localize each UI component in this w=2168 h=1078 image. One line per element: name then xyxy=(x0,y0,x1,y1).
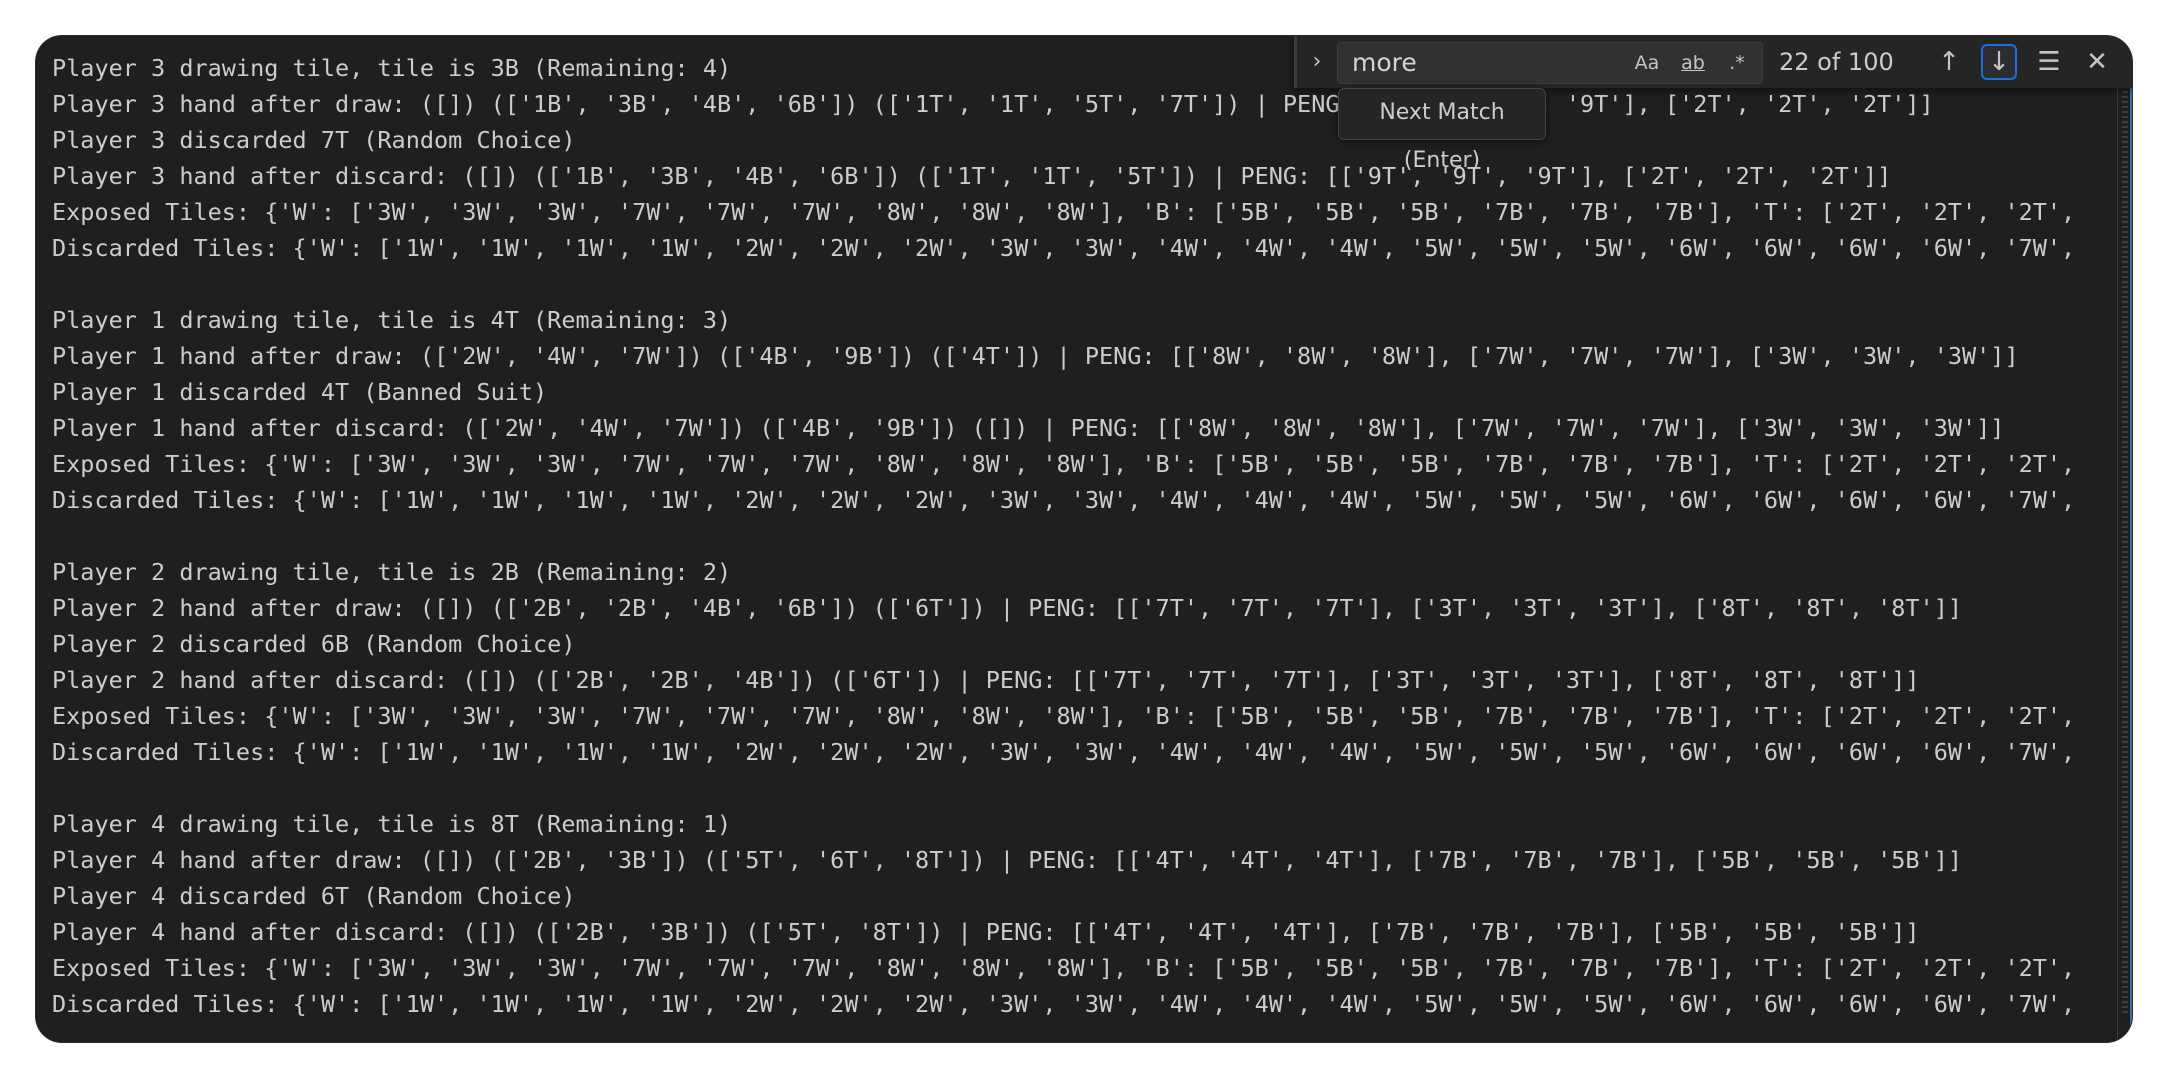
terminal-line: Player 3 discarded 7T (Random Choice) xyxy=(52,126,576,154)
find-widget: › more Aa ab .* 22 of 100 ↑ ↓ ☰ ✕ xyxy=(1294,36,2132,88)
find-in-selection-icon[interactable]: ☰ xyxy=(2031,44,2067,80)
terminal-line: Exposed Tiles: {'W': ['3W', '3W', '3W', … xyxy=(52,702,2076,730)
whole-word-toggle[interactable]: ab xyxy=(1676,49,1710,77)
terminal-line: Player 4 drawing tile, tile is 8T (Remai… xyxy=(52,810,732,838)
terminal-line: Player 3 hand after discard: ([]) (['1B'… xyxy=(52,162,1892,190)
match-case-toggle[interactable]: Aa xyxy=(1630,49,1664,77)
terminal-line: Player 4 hand after draw: ([]) (['2B', '… xyxy=(52,846,1963,874)
terminal-line: Player 2 discarded 6B (Random Choice) xyxy=(52,630,576,658)
terminal-line: Discarded Tiles: {'W': ['1W', '1W', '1W'… xyxy=(52,234,2076,262)
arrow-up-icon[interactable]: ↑ xyxy=(1931,44,1967,80)
focus-edge xyxy=(2130,36,2132,1042)
terminal-line: Player 4 hand after discard: ([]) (['2B'… xyxy=(52,918,1920,946)
terminal-line: Discarded Tiles: {'W': ['1W', '1W', '1W'… xyxy=(52,990,2076,1018)
terminal-line: Player 2 hand after discard: ([]) (['2B'… xyxy=(52,666,1920,694)
terminal-window: Player 3 drawing tile, tile is 3B (Remai… xyxy=(36,36,2132,1042)
terminal-line: Player 1 hand after draw: (['2W', '4W', … xyxy=(52,342,2019,370)
scrollbar-match-markers xyxy=(2122,56,2128,1016)
next-match-tooltip: Next Match (Enter) xyxy=(1338,88,1546,173)
terminal-line: Exposed Tiles: {'W': ['3W', '3W', '3W', … xyxy=(52,954,2076,982)
chevron-right-icon[interactable]: › xyxy=(1305,48,1329,76)
terminal-line: Player 1 discarded 4T (Banned Suit) xyxy=(52,378,548,406)
terminal-line: Exposed Tiles: {'W': ['3W', '3W', '3W', … xyxy=(52,198,2076,226)
match-count: 22 of 100 xyxy=(1779,48,1894,76)
find-input[interactable]: more Aa ab .* xyxy=(1337,42,1763,84)
terminal-line: Player 1 drawing tile, tile is 4T (Remai… xyxy=(52,306,732,334)
find-query: more xyxy=(1352,48,1417,77)
terminal-line: Discarded Tiles: {'W': ['1W', '1W', '1W'… xyxy=(52,486,2076,514)
terminal-line: Player 2 drawing tile, tile is 2B (Remai… xyxy=(52,558,732,586)
arrow-down-icon[interactable]: ↓ xyxy=(1981,44,2017,80)
terminal-line: Player 4 discarded 6T (Random Choice) xyxy=(52,882,576,910)
terminal-line: Discarded Tiles: {'W': ['1W', '1W', '1W'… xyxy=(52,738,2076,766)
terminal-line: Player 2 hand after draw: ([]) (['2B', '… xyxy=(52,594,1963,622)
terminal-line: Player 3 hand after draw: ([]) (['1B', '… xyxy=(52,90,1934,118)
regex-toggle[interactable]: .* xyxy=(1720,49,1754,77)
terminal-line: Player 1 hand after discard: (['2W', '4W… xyxy=(52,414,2005,442)
terminal-line: Exposed Tiles: {'W': ['3W', '3W', '3W', … xyxy=(52,450,2076,478)
close-icon[interactable]: ✕ xyxy=(2079,44,2115,80)
terminal-output[interactable]: Player 3 drawing tile, tile is 3B (Remai… xyxy=(52,50,2132,1042)
